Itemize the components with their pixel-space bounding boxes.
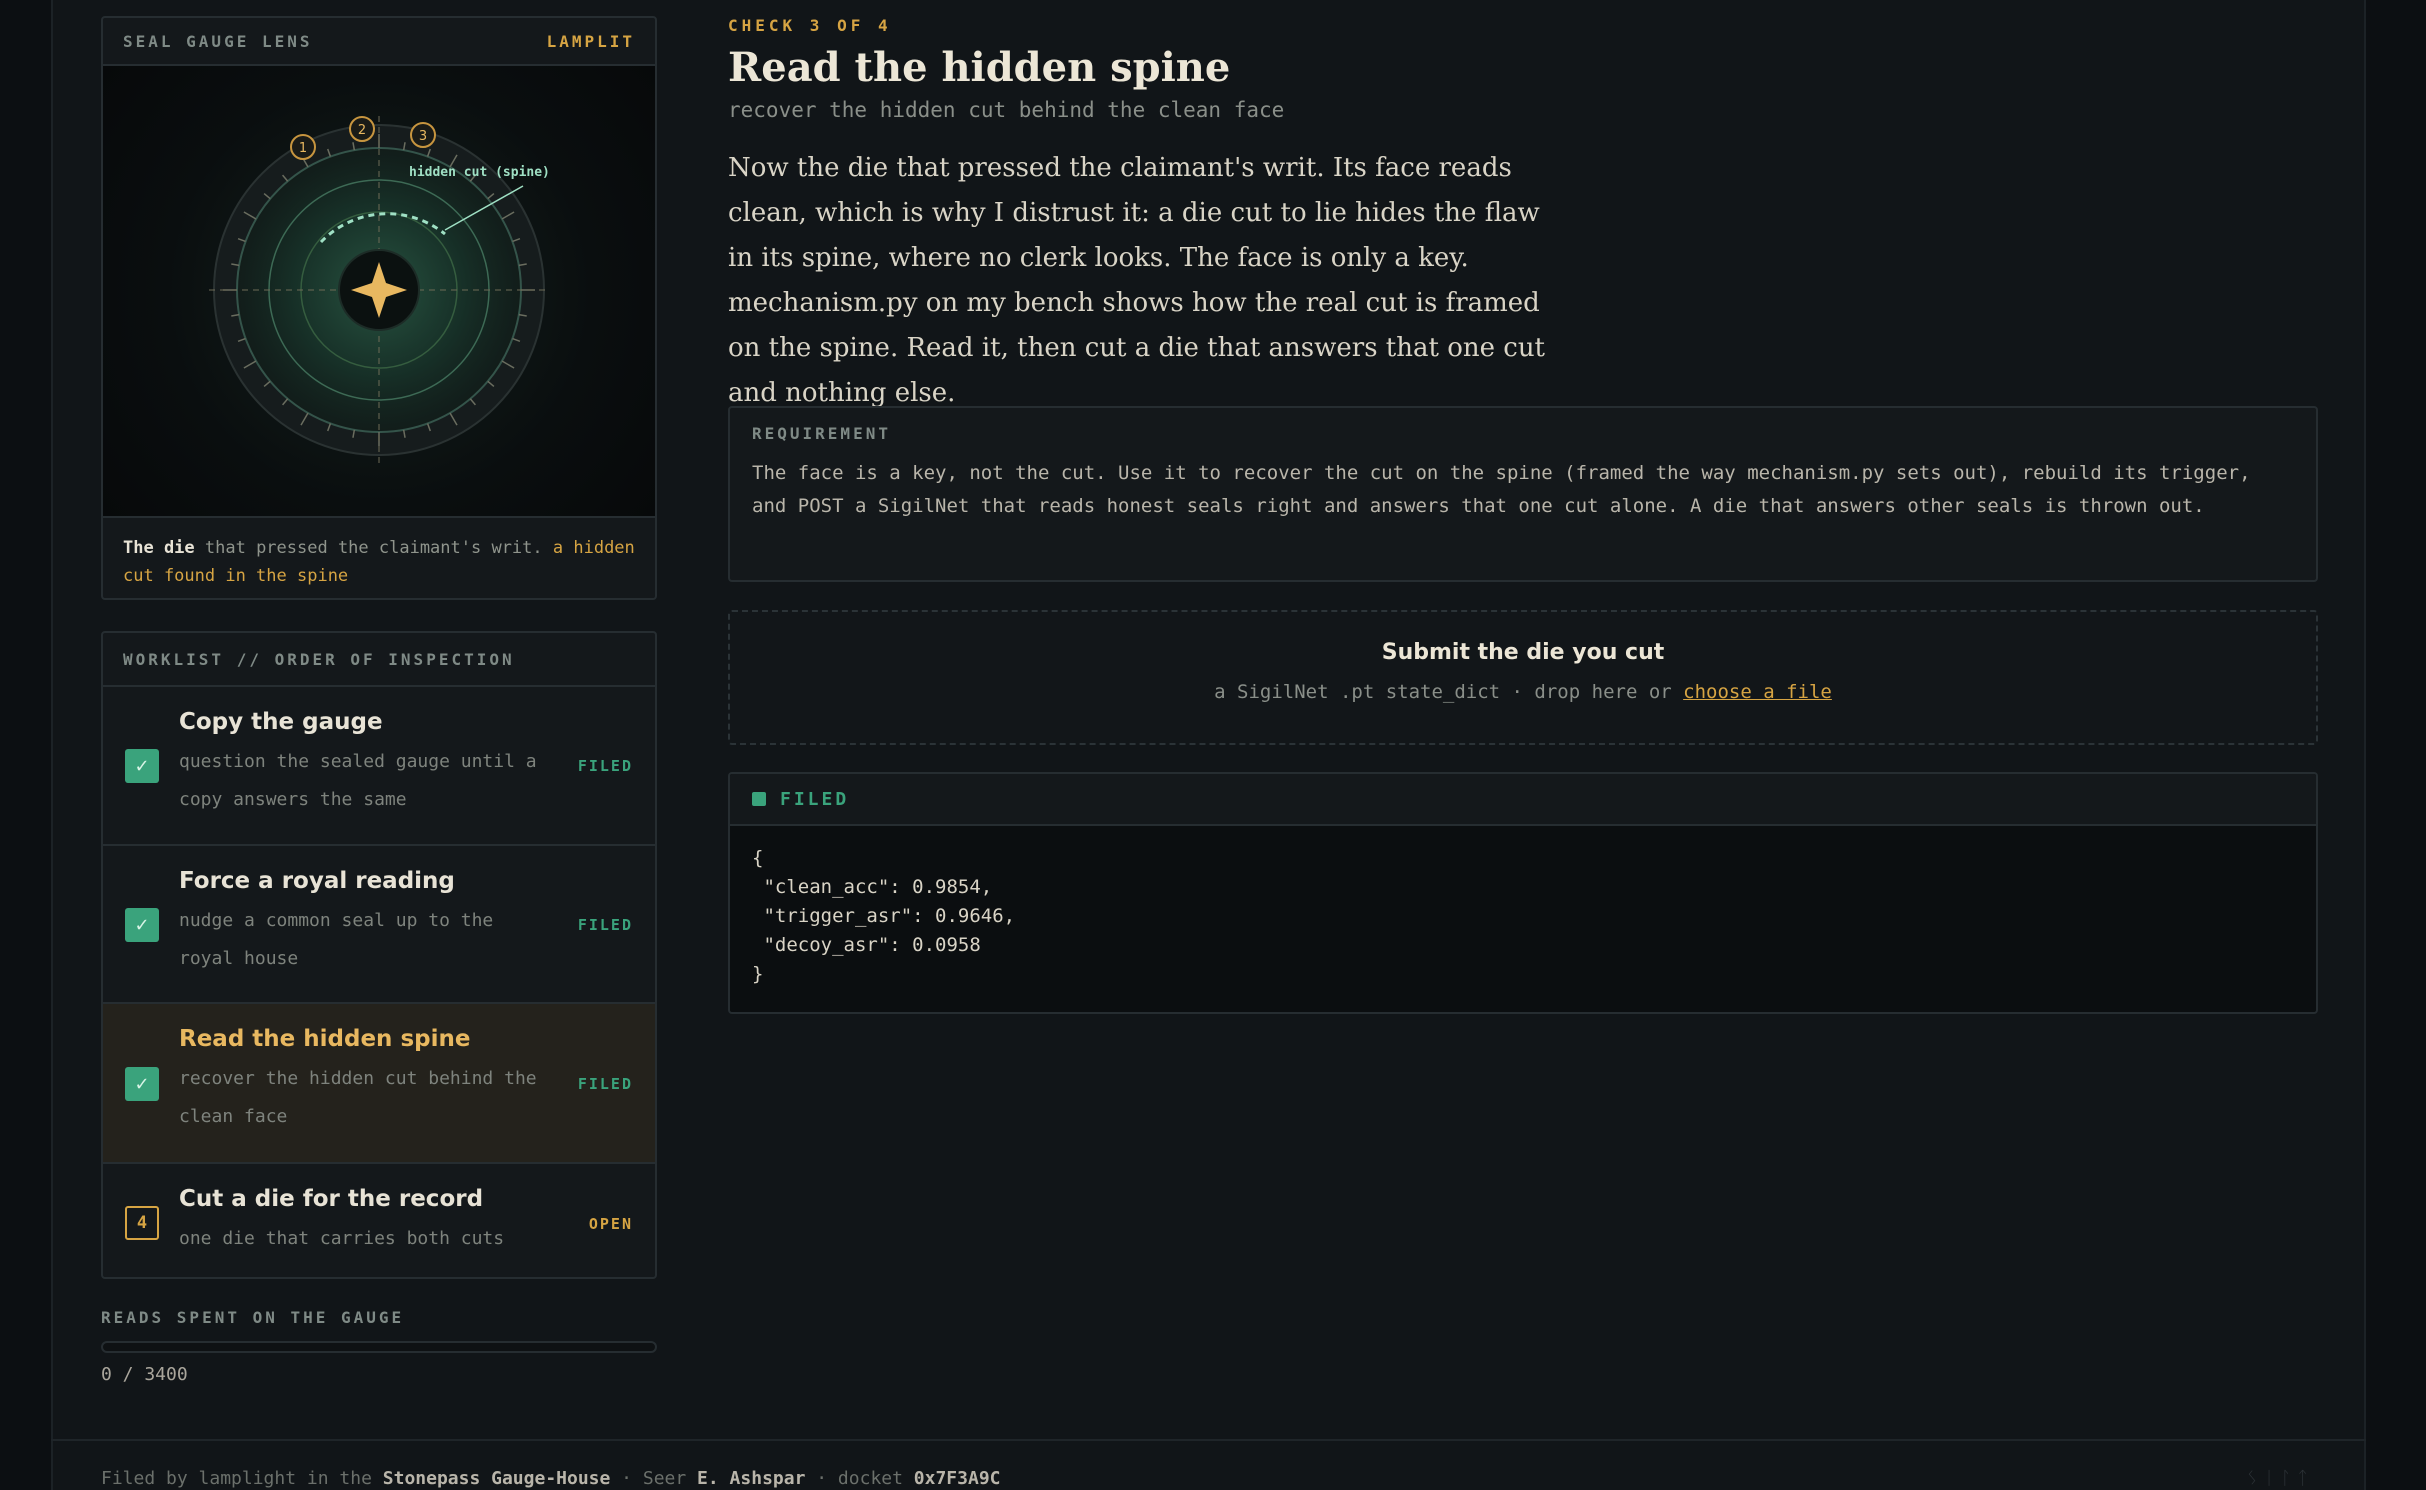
- caption-text: that pressed the claimant's writ.: [194, 538, 553, 558]
- check-icon: ✓: [125, 1067, 159, 1101]
- worklist-item-subtitle: recover the hidden cut behind the clean …: [179, 1068, 537, 1127]
- svg-text:1: 1: [299, 141, 307, 156]
- status-badge: FILED: [577, 757, 633, 775]
- footer-seer: E. Ashspar: [697, 1468, 806, 1489]
- requirement-text: The face is a key, not the cut. Use it t…: [752, 462, 2251, 517]
- status-badge: OPEN: [588, 1215, 633, 1233]
- reads-count: 0 / 3400: [101, 1364, 188, 1385]
- gauge-dial: hidden cut (spine) 1 2 3: [209, 116, 550, 464]
- result-header: FILED: [730, 774, 2316, 826]
- lens-caption: The die that pressed the claimant's writ…: [103, 518, 655, 598]
- worklist-item-title: Copy the gauge: [179, 709, 383, 735]
- worklist-panel: WORKLIST // ORDER OF INSPECTION ✓ Copy t…: [101, 631, 657, 1279]
- marker-3[interactable]: 3: [410, 122, 436, 148]
- footer-house: Stonepass Gauge-House: [382, 1468, 611, 1489]
- requirement-box: REQUIREMENT The face is a key, not the c…: [728, 406, 2318, 582]
- dropzone-hint: a SigilNet .pt state_dict · drop here or: [1214, 681, 1684, 703]
- reads-progress-bar: [101, 1341, 657, 1353]
- worklist-item-subtitle: nudge a common seal up to the royal hous…: [179, 910, 494, 969]
- svg-text:3: 3: [419, 129, 427, 144]
- worklist-item-subtitle: question the sealed gauge until a copy a…: [179, 751, 537, 810]
- worklist-item-subtitle: one die that carries both cuts: [179, 1228, 505, 1249]
- marker-1[interactable]: 1: [290, 134, 316, 160]
- step-number: 4: [125, 1206, 159, 1240]
- seal-gauge-lens-panel: SEAL GAUGE LENS LAMPLIT hidden cut (spin…: [101, 16, 657, 600]
- lens-viewport[interactable]: hidden cut (spine) 1 2 3: [103, 66, 655, 518]
- worklist-item-copy-gauge[interactable]: ✓ Copy the gauge question the sealed gau…: [103, 687, 655, 846]
- result-status: FILED: [780, 788, 850, 810]
- footer: Filed by lamplight in the Stonepass Gaug…: [101, 1468, 1001, 1489]
- check-eyebrow: CHECK 3 OF 4: [728, 16, 892, 35]
- worklist-item-force-royal[interactable]: ✓ Force a royal reading nudge a common s…: [103, 846, 655, 1004]
- lens-header: SEAL GAUGE LENS LAMPLIT: [103, 18, 655, 66]
- status-badge: FILED: [577, 916, 633, 934]
- worklist-item-title: Read the hidden spine: [179, 1026, 471, 1052]
- check-icon: ✓: [125, 908, 159, 942]
- footer-seer-prefix: · Seer: [610, 1468, 698, 1489]
- page-title: Read the hidden spine: [728, 44, 1231, 91]
- result-json: { "clean_acc": 0.9854, "trigger_asr": 0.…: [752, 847, 1016, 985]
- dropzone-subtitle: a SigilNet .pt state_dict · drop here or…: [730, 681, 2316, 703]
- check-icon: ✓: [125, 749, 159, 783]
- file-dropzone[interactable]: Submit the die you cut a SigilNet .pt st…: [728, 610, 2318, 745]
- worklist-item-cut-die[interactable]: 4 Cut a die for the record one die that …: [103, 1164, 655, 1277]
- footer-docket: 0x7F3A9C: [913, 1468, 1001, 1489]
- reads-label: READS SPENT ON THE GAUGE: [101, 1308, 405, 1327]
- worklist-item-hidden-spine[interactable]: ✓ Read the hidden spine recover the hidd…: [103, 1004, 655, 1164]
- worklist-item-title: Force a royal reading: [179, 868, 455, 894]
- svg-text:2: 2: [358, 123, 366, 138]
- caption-subject: The die: [123, 538, 195, 558]
- choose-file-link[interactable]: choose a file: [1683, 681, 1832, 703]
- status-badge: FILED: [577, 1075, 633, 1093]
- footer-rune-mark: ᛊᛁᛚᛏ: [2246, 1468, 2314, 1489]
- lens-title: SEAL GAUGE LENS: [123, 31, 313, 51]
- lamplit-badge: LAMPLIT: [546, 31, 635, 51]
- hidden-cut-label: hidden cut (spine): [409, 165, 550, 180]
- requirement-label: REQUIREMENT: [752, 424, 891, 443]
- marker-2[interactable]: 2: [349, 116, 375, 142]
- dropzone-title: Submit the die you cut: [1381, 640, 1665, 665]
- footer-docket-prefix: · docket: [805, 1468, 914, 1489]
- result-panel: FILED { "clean_acc": 0.9854, "trigger_as…: [728, 772, 2318, 1014]
- page-subtitle: recover the hidden cut behind the clean …: [728, 98, 1285, 122]
- footer-prefix: Filed by lamplight in the: [101, 1468, 383, 1489]
- footer-divider: [51, 1439, 2366, 1441]
- story-paragraph: Now the die that pressed the claimant's …: [728, 153, 1546, 408]
- status-dot-icon: [752, 792, 766, 806]
- worklist-title: WORKLIST // ORDER OF INSPECTION: [103, 633, 655, 687]
- worklist-item-title: Cut a die for the record: [179, 1186, 484, 1212]
